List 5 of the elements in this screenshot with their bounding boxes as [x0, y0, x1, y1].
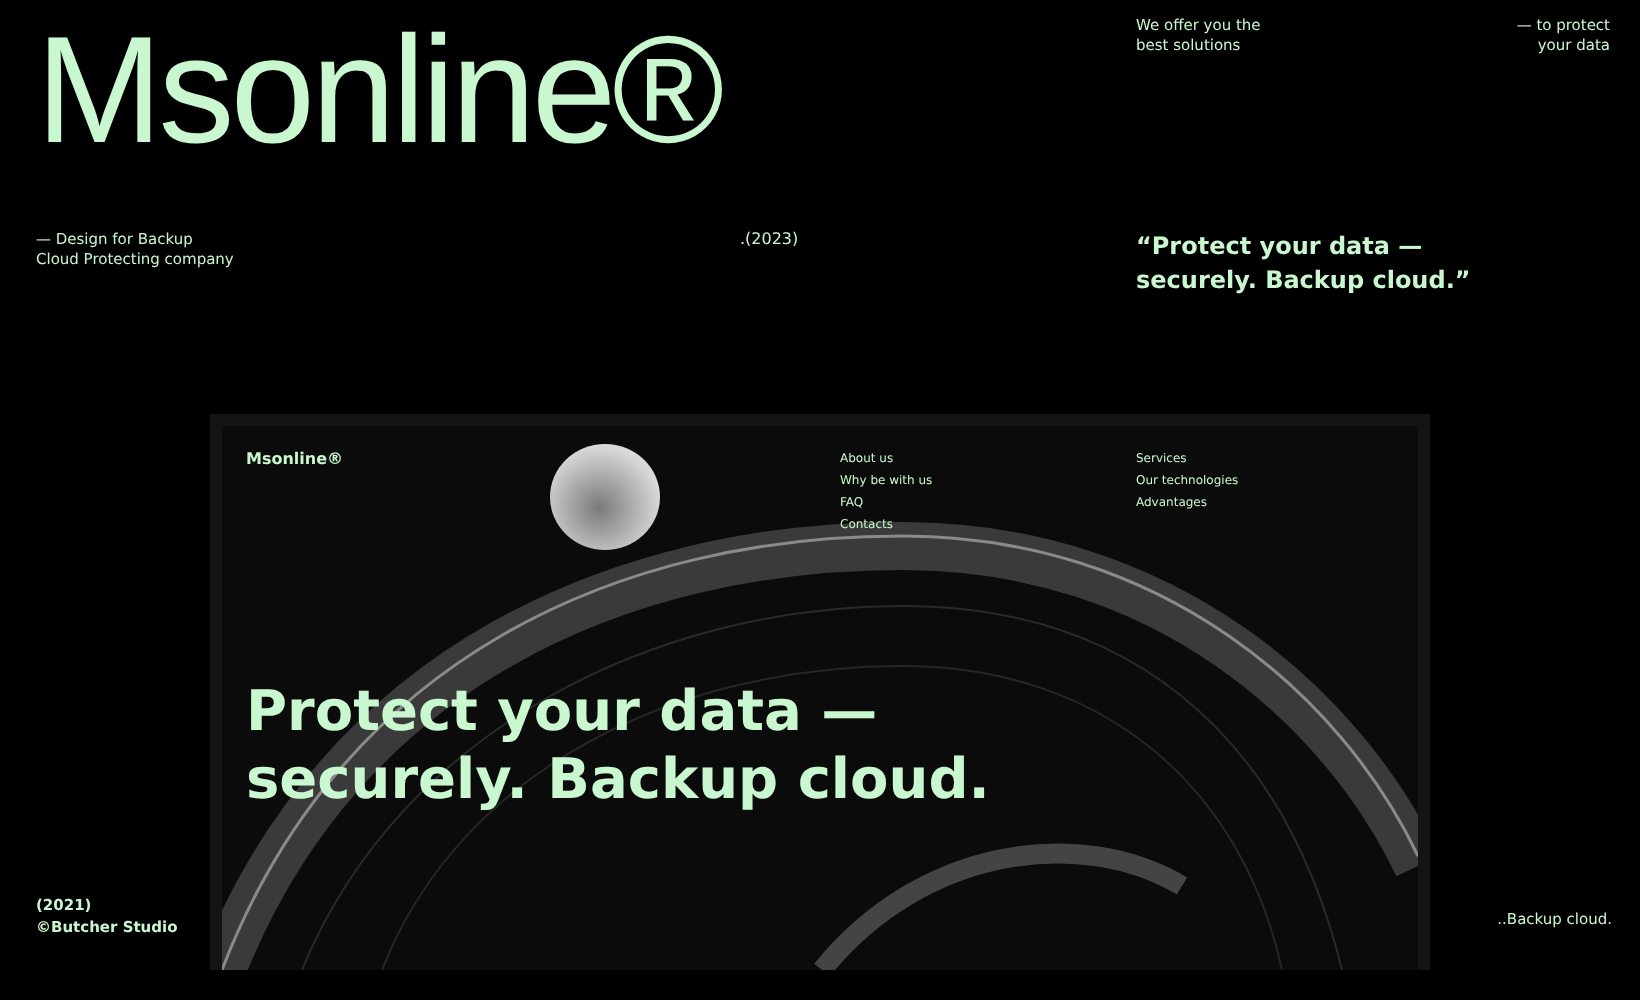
mockup-logo: Msonline®	[246, 450, 346, 472]
quote-text: “Protect your data — securely. Backup cloud.”	[1136, 230, 1473, 298]
year-label: .(2023)	[738, 230, 801, 252]
brand-logo: Msonline®	[36, 16, 724, 180]
headline: Protect your data — securely. Backup cloud.	[246, 678, 992, 814]
